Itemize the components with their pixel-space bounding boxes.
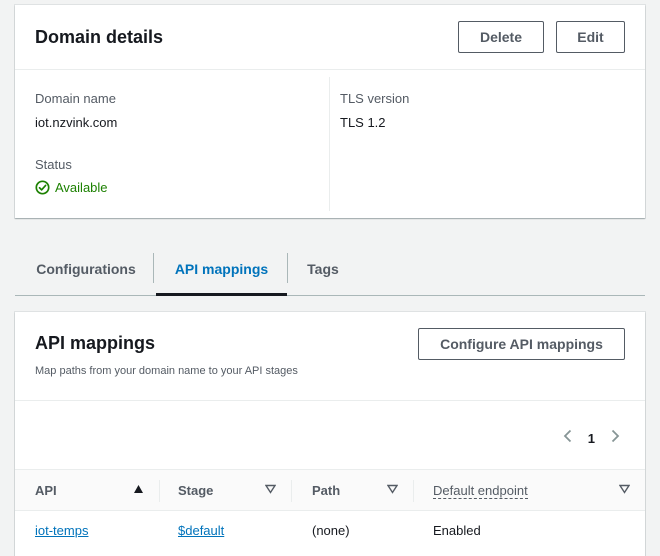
chevron-right-icon[interactable] [609,429,621,448]
api-mappings-description: Map paths from your domain name to your … [35,365,298,377]
chevron-left-icon[interactable] [562,429,574,448]
check-circle-icon [35,180,50,195]
domain-details-title: Domain details [35,27,164,47]
default-endpoint-value: Enabled [433,523,481,538]
api-mappings-card: API mappings Map paths from your domain … [15,312,645,556]
domain-details-card: Domain details Delete Edit Domain name i… [15,5,645,218]
column-header-stage[interactable]: Stage [178,470,213,511]
status-indicator: Available [35,180,108,195]
tab-bar: Configurations API mappings Tags [15,243,645,296]
sort-caret-icon[interactable] [618,484,631,497]
api-mappings-title: API mappings [35,333,156,353]
tab-tags[interactable]: Tags [291,243,355,295]
page-number[interactable]: 1 [588,431,595,446]
path-value: (none) [312,523,350,538]
domain-name-value: iot.nzvink.com [35,115,118,130]
api-link[interactable]: iot-temps [35,523,88,538]
stage-link[interactable]: $default [178,523,224,538]
default-endpoint-header-label: Default endpoint [433,482,528,499]
sort-caret-icon[interactable] [386,484,399,497]
sort-ascending-icon[interactable] [133,484,144,497]
tab-separator [153,253,154,283]
tab-separator [287,253,288,283]
api-mappings-table: 1 API Stage Path Default endpoint iot-te… [15,400,645,556]
tls-version-label: TLS version [340,91,410,106]
status-label: Status [35,157,72,172]
tls-version-value: TLS 1.2 [340,115,386,130]
pagination: 1 [562,429,621,448]
configure-api-mappings-button[interactable]: Configure API mappings [418,328,625,360]
table-header: API Stage Path Default endpoint [15,469,645,511]
sort-caret-icon[interactable] [264,484,277,497]
column-divider [291,480,292,502]
delete-button[interactable]: Delete [458,21,544,53]
column-header-default-endpoint[interactable]: Default endpoint [433,470,528,511]
tab-configurations[interactable]: Configurations [23,243,149,295]
edit-button[interactable]: Edit [556,21,625,53]
column-header-api[interactable]: API [35,470,57,511]
column-header-path[interactable]: Path [312,470,340,511]
column-divider [159,480,160,502]
domain-details-header: Domain details Delete Edit [15,5,645,70]
column-divider [329,77,330,211]
status-value: Available [55,180,108,195]
domain-name-label: Domain name [35,91,116,106]
column-divider [413,480,414,502]
tab-api-mappings[interactable]: API mappings [156,243,287,296]
